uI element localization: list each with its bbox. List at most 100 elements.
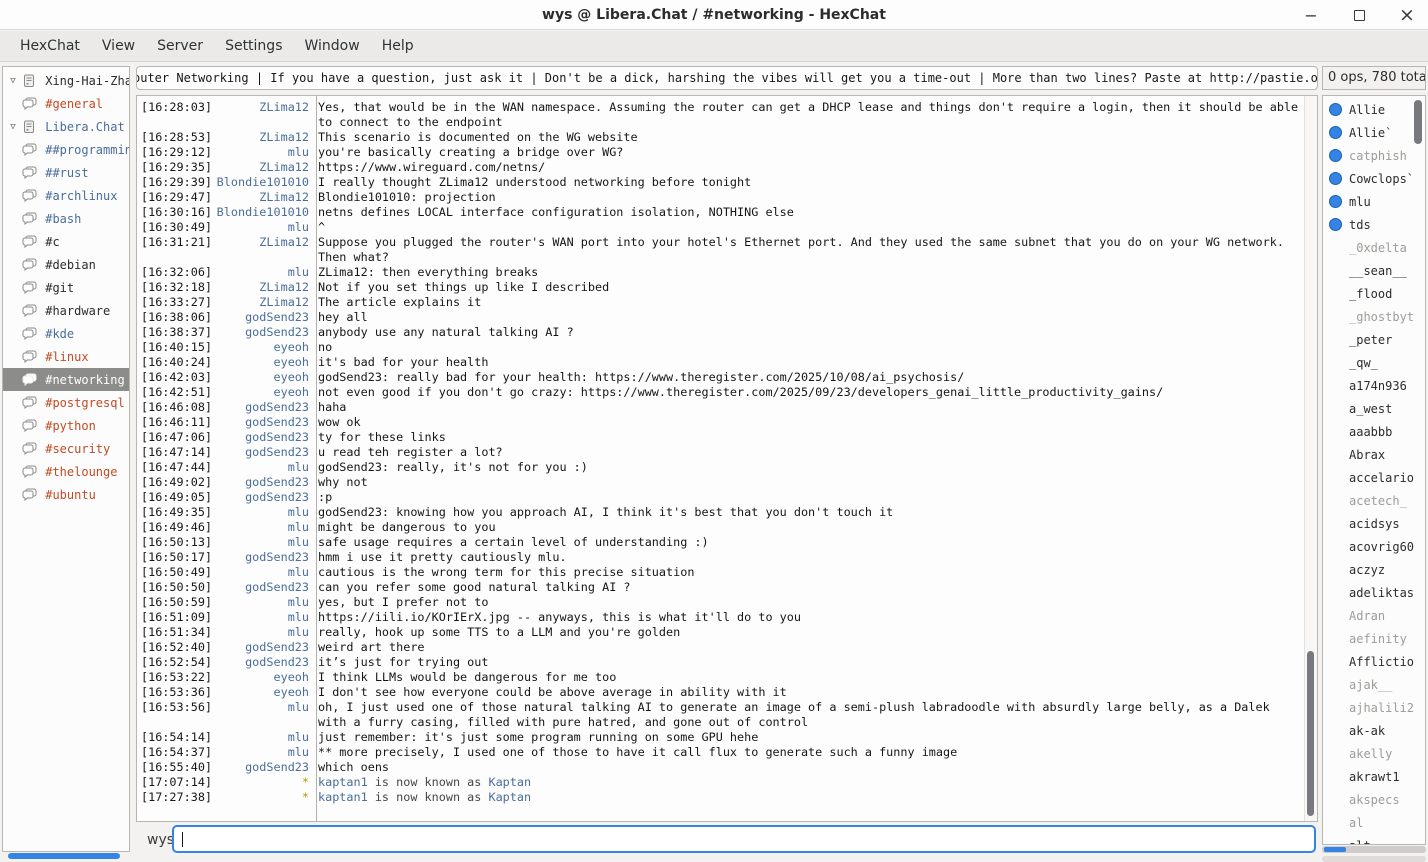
chat-line: [16:53:22]eyeohI think LLMs would be dan… <box>137 670 1303 685</box>
expander-icon[interactable]: ▽ <box>6 122 20 132</box>
channel-bubble-icon <box>20 281 38 294</box>
tree-item-#c[interactable]: #c <box>3 230 129 253</box>
user-akspecs[interactable]: akspecs <box>1323 788 1425 811</box>
chat-area[interactable]: [16:28:03]ZLima12Yes, that would be in t… <box>136 95 1318 822</box>
user-a_west[interactable]: a_west <box>1323 397 1425 420</box>
user-acovrig60[interactable]: acovrig60 <box>1323 535 1425 558</box>
tree-item-label: ##programming <box>38 143 129 157</box>
timestamp: [16:40:15] <box>137 340 215 355</box>
userlist-scrollbar-thumb[interactable] <box>1414 100 1422 144</box>
message-input[interactable] <box>172 825 1316 853</box>
user-_qw_[interactable]: _qw_ <box>1323 351 1425 374</box>
message-text: which oens <box>309 760 389 775</box>
title-bar[interactable]: wys @ Libera.Chat / #networking - HexCha… <box>0 0 1428 30</box>
user-a174n936[interactable]: a174n936 <box>1323 374 1425 397</box>
nick: Blondie101010 <box>215 175 309 190</box>
text-segment: with a furry casing, filled with pure ha… <box>318 715 808 729</box>
user-alt[interactable]: alt <box>1323 834 1425 845</box>
menu-settings[interactable]: Settings <box>214 31 293 61</box>
tree-item-#bash[interactable]: #bash <box>3 207 129 230</box>
tree-item-#hardware[interactable]: #hardware <box>3 299 129 322</box>
menu-window[interactable]: Window <box>293 31 370 61</box>
tree-hscrollbar-thumb[interactable] <box>8 853 120 859</box>
chat-line: [16:29:47]ZLima12Blondie101010: projecti… <box>137 190 1303 205</box>
user-adeliktas[interactable]: adeliktas <box>1323 581 1425 604</box>
tree-item-##rust[interactable]: ##rust <box>3 161 129 184</box>
nick: eyeoh <box>215 685 309 700</box>
tree-item-#security[interactable]: #security <box>3 437 129 460</box>
topic-bar[interactable]: outer Networking | If you have a questio… <box>136 66 1318 90</box>
user-nick-label: akelly <box>1349 747 1392 761</box>
user-Abrax[interactable]: Abrax <box>1323 443 1425 466</box>
user-_ghostbyt[interactable]: _ghostbyt <box>1323 305 1425 328</box>
user-al[interactable]: al <box>1323 811 1425 834</box>
text-segment: Blondie101010: projection <box>318 190 496 204</box>
user-acetech_[interactable]: acetech_ <box>1323 489 1425 512</box>
user-aefinity[interactable]: aefinity <box>1323 627 1425 650</box>
minimize-button[interactable]: − <box>1302 6 1320 24</box>
user-mlu[interactable]: mlu <box>1323 190 1425 213</box>
chat-scrollbar-track[interactable] <box>1304 96 1317 821</box>
user-_0xdelta[interactable]: _0xdelta <box>1323 236 1425 259</box>
text-segment: cautious is the wrong term for this prec… <box>318 565 694 579</box>
menu-hexchat[interactable]: HexChat <box>9 31 91 61</box>
menu-help[interactable]: Help <box>371 31 425 61</box>
tree-item-#debian[interactable]: #debian <box>3 253 129 276</box>
chat-line: [16:38:37]godSend23anybody use any natur… <box>137 325 1303 340</box>
user-akrawt1[interactable]: akrawt1 <box>1323 765 1425 788</box>
user-nick-label: _0xdelta <box>1349 241 1407 255</box>
tree-item-#thelounge[interactable]: #thelounge <box>3 460 129 483</box>
message-text: ZLima12: then everything breaks <box>309 265 538 280</box>
user-_peter[interactable]: _peter <box>1323 328 1425 351</box>
tree-item-label: #hardware <box>38 304 110 318</box>
timestamp: [16:50:49] <box>137 565 215 580</box>
user-Adran[interactable]: Adran <box>1323 604 1425 627</box>
expander-icon[interactable]: ▽ <box>6 76 20 86</box>
tree-item-##programming[interactable]: ##programming <box>3 138 129 161</box>
nick: mlu <box>215 535 309 550</box>
user-akelly[interactable]: akelly <box>1323 742 1425 765</box>
timestamp: [16:50:59] <box>137 595 215 610</box>
user-catphish[interactable]: catphish <box>1323 144 1425 167</box>
tree-item-#git[interactable]: #git <box>3 276 129 299</box>
user-Cowclops[interactable]: Cowclops` <box>1323 167 1425 190</box>
tree-item-#ubuntu[interactable]: #ubuntu <box>3 483 129 506</box>
close-button[interactable]: × <box>1398 6 1416 24</box>
chat-scrollbar-thumb[interactable] <box>1307 651 1314 816</box>
tree-item-#postgresql[interactable]: #postgresql <box>3 391 129 414</box>
user-accelario[interactable]: accelario <box>1323 466 1425 489</box>
userlist-hscrollbar-thumb[interactable] <box>1324 847 1346 852</box>
tree-item-#kde[interactable]: #kde <box>3 322 129 345</box>
timestamp: [16:42:03] <box>137 370 215 385</box>
tree-item-#networking[interactable]: #networking <box>3 368 129 391</box>
user-_flood[interactable]: _flood <box>1323 282 1425 305</box>
tree-item-#python[interactable]: #python <box>3 414 129 437</box>
tree-item-#archlinux[interactable]: #archlinux <box>3 184 129 207</box>
user-__sean__[interactable]: __sean__ <box>1323 259 1425 282</box>
user-ajhalili2[interactable]: ajhalili2 <box>1323 696 1425 719</box>
tree-item-Xing-Hai-Zhang[interactable]: ▽ Xing-Hai-Zhang <box>3 69 129 92</box>
timestamp: [16:52:40] <box>137 640 215 655</box>
channel-bubble-icon <box>20 442 38 455</box>
nick: godSend23 <box>215 445 309 460</box>
user-Allie[interactable]: Allie` <box>1323 121 1425 144</box>
tree-item-#general[interactable]: #general <box>3 92 129 115</box>
menu-view[interactable]: View <box>91 31 146 61</box>
nick: eyeoh <box>215 340 309 355</box>
tree-item-LiberaChat[interactable]: ▽ Libera.Chat <box>3 115 129 138</box>
userlist-hscrollbar-track2[interactable] <box>1322 856 1426 862</box>
user-aczyz[interactable]: aczyz <box>1323 558 1425 581</box>
menu-server[interactable]: Server <box>146 31 214 61</box>
server-tree[interactable]: ▽ Xing-Hai-Zhang #general▽ Libera.Chat #… <box>2 66 130 852</box>
user-Afflictio[interactable]: Afflictio <box>1323 650 1425 673</box>
user-aaabbb[interactable]: aaabbb <box>1323 420 1425 443</box>
user-acidsys[interactable]: acidsys <box>1323 512 1425 535</box>
user-Allie[interactable]: Allie <box>1323 98 1425 121</box>
tree-item-#linux[interactable]: #linux <box>3 345 129 368</box>
user-list[interactable]: AllieAllie`catphishCowclops`mlutds _0xdel… <box>1322 95 1426 845</box>
maximize-button[interactable] <box>1350 6 1368 24</box>
user-ak-ak[interactable]: ak-ak <box>1323 719 1425 742</box>
user-tds[interactable]: tds <box>1323 213 1425 236</box>
user-ajak__[interactable]: ajak__ <box>1323 673 1425 696</box>
user-nick-label: alt <box>1349 839 1371 846</box>
